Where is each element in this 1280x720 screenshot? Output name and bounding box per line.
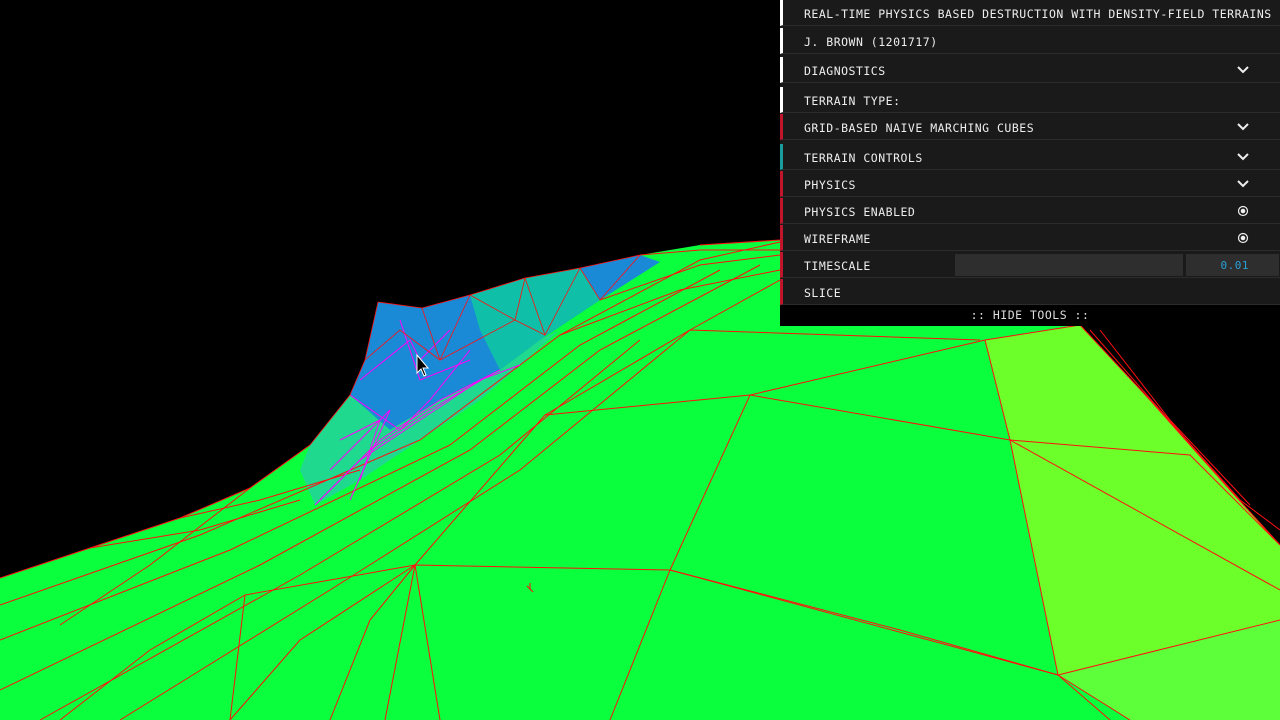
timescale-label: TIMESCALE [804, 259, 871, 273]
chevron-down-icon[interactable] [1237, 152, 1249, 162]
physics-enabled-toggle[interactable] [1237, 205, 1249, 217]
wireframe-label: WIREFRAME [804, 232, 871, 246]
physics-enabled-label: PHYSICS ENABLED [804, 205, 916, 219]
diagnostics-label: DIAGNOSTICS [804, 64, 886, 78]
slice-button[interactable]: SLICE [780, 279, 1280, 305]
physics-enabled-row: PHYSICS ENABLED [780, 198, 1280, 224]
physics-folder[interactable]: PHYSICS [780, 171, 1280, 197]
timescale-slider[interactable] [955, 254, 1183, 276]
app-title-row: REAL-TIME PHYSICS BASED DESTRUCTION WITH… [780, 0, 1280, 26]
terrain-type-row: TERRAIN TYPE: [780, 87, 1280, 113]
timescale-input[interactable]: 0.01 [1186, 254, 1279, 276]
diagnostics-folder[interactable]: DIAGNOSTICS [780, 57, 1280, 83]
chevron-down-icon[interactable] [1237, 122, 1249, 132]
slice-label: SLICE [804, 286, 842, 300]
app-title: REAL-TIME PHYSICS BASED DESTRUCTION WITH… [804, 7, 1272, 21]
terrain-controls-label: TERRAIN CONTROLS [804, 151, 923, 165]
wireframe-toggle[interactable] [1237, 232, 1249, 244]
timescale-row: TIMESCALE 0.01 [780, 252, 1280, 278]
author-label: J. BROWN (1201717) [804, 35, 938, 49]
chevron-down-icon[interactable] [1237, 65, 1249, 75]
timescale-value: 0.01 [1220, 259, 1249, 272]
terrain-controls-folder[interactable]: TERRAIN CONTROLS [780, 144, 1280, 170]
hide-tools-button[interactable]: :: HIDE TOOLS :: [780, 305, 1280, 326]
chevron-down-icon[interactable] [1237, 179, 1249, 189]
terrain-type-select[interactable]: GRID-BASED NAIVE MARCHING CUBES [780, 114, 1280, 140]
terrain-type-value: GRID-BASED NAIVE MARCHING CUBES [804, 121, 1035, 135]
terrain-type-label: TERRAIN TYPE: [804, 94, 901, 108]
wireframe-row: WIREFRAME [780, 225, 1280, 251]
physics-label: PHYSICS [804, 178, 856, 192]
author-row: J. BROWN (1201717) [780, 28, 1280, 54]
tools-panel: REAL-TIME PHYSICS BASED DESTRUCTION WITH… [780, 0, 1280, 326]
